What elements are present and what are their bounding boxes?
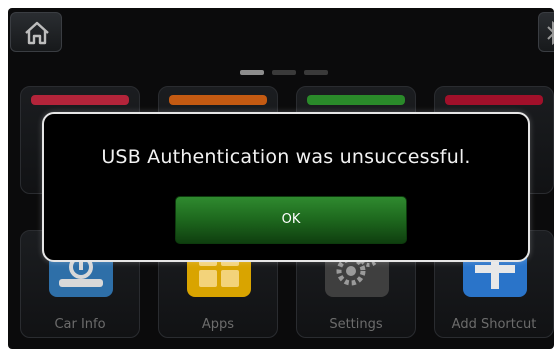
tile-icon-strip — [307, 95, 405, 105]
top-bar — [8, 8, 554, 52]
tile-icon-strip — [445, 95, 543, 105]
home-icon — [25, 21, 49, 45]
page-dot — [304, 70, 328, 75]
tile-label: Settings — [329, 317, 383, 332]
tile-icon-strip — [31, 95, 129, 105]
tile-label: Add Shortcut — [451, 317, 537, 332]
page-indicator — [240, 70, 350, 76]
page-dot — [272, 70, 296, 75]
tile-label: Apps — [201, 317, 235, 332]
error-dialog: USB Authentication was unsuccessful. OK — [42, 112, 530, 262]
tile-icon-strip — [169, 95, 267, 105]
page-dot-active — [240, 70, 264, 75]
bluetooth-icon — [547, 21, 554, 45]
head-unit-screen: Car Info Apps Settings Add Shortcut USB … — [8, 8, 554, 349]
dialog-message: USB Authentication was unsuccessful. — [101, 146, 471, 168]
bluetooth-button[interactable] — [538, 12, 554, 52]
tile-label: Car Info — [54, 317, 106, 332]
ok-button[interactable]: OK — [175, 196, 407, 244]
home-button[interactable] — [10, 12, 62, 52]
